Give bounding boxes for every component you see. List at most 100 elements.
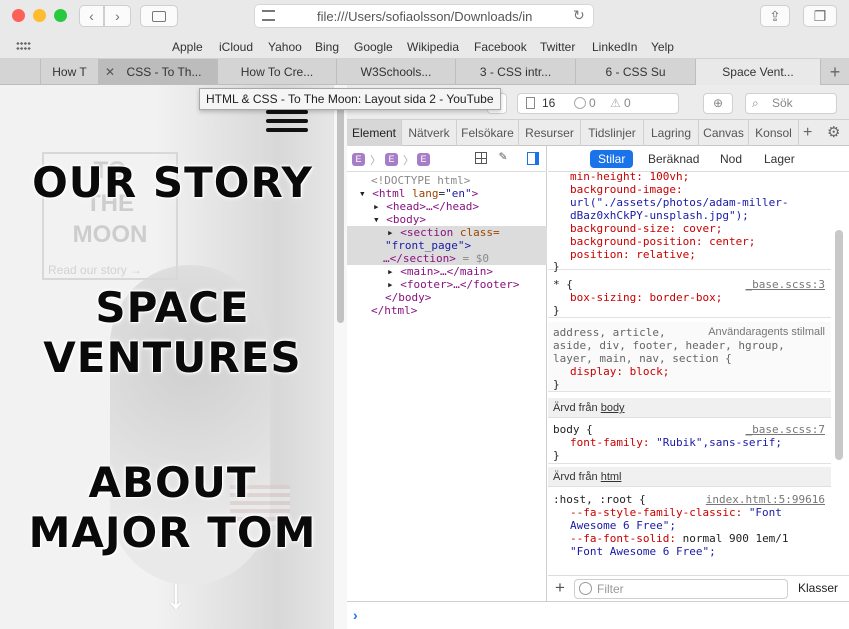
tree-html[interactable]: ▾ <html lang="en">	[347, 187, 547, 200]
tab-how-t[interactable]: How T	[40, 59, 98, 85]
tab-css-su[interactable]: 6 - CSS Su	[575, 59, 695, 85]
read-our-story-link[interactable]: Read our story →	[48, 263, 142, 277]
tab-konsol[interactable]: Konsol	[749, 120, 799, 146]
tab-stilar[interactable]: Stilar	[590, 150, 634, 168]
tree-head[interactable]: ▸ <head>…</head>	[347, 200, 547, 213]
css-selector[interactable]: * {	[553, 278, 573, 291]
css-prop[interactable]: background-image:	[570, 183, 683, 196]
css-value[interactable]: "Rubik",sans-serif;	[656, 436, 782, 449]
resource-summary[interactable]: 16 0 ⚠ 0	[517, 93, 679, 114]
css-source-link[interactable]: index.html:5:99616	[706, 493, 825, 506]
tree-section-selected[interactable]: ▸ <section class=	[347, 226, 547, 239]
css-source-link[interactable]: _base.scss:3	[746, 278, 825, 291]
page-scrollbar-thumb[interactable]	[337, 93, 344, 323]
tab-nod[interactable]: Nod	[712, 150, 750, 168]
favorite-bing[interactable]: Bing	[315, 40, 339, 54]
tab-beraknad[interactable]: Beräknad	[640, 150, 707, 168]
sidebar-toggle-icon[interactable]	[527, 152, 539, 165]
close-window-button[interactable]	[12, 9, 25, 22]
close-tab-icon[interactable]: ✕	[105, 59, 115, 85]
css-value[interactable]: url("./assets/photos/adam-miller-	[570, 196, 789, 209]
favorite-facebook[interactable]: Facebook	[474, 40, 527, 54]
grid-icon[interactable]	[16, 41, 31, 51]
favorite-wikipedia[interactable]: Wikipedia	[407, 40, 459, 54]
tab-felsokare[interactable]: Felsökare	[457, 120, 519, 146]
tab-space-ventures[interactable]: Space Vent...	[695, 59, 820, 85]
tabs-overview-button[interactable]: ❐	[803, 5, 837, 27]
tree-section-class[interactable]: "front_page">	[347, 239, 547, 252]
css-prop[interactable]: position: relative;	[570, 248, 696, 261]
reload-icon[interactable]: ↻	[573, 7, 585, 24]
inherited-body-link[interactable]: body	[601, 402, 625, 414]
add-tab-icon[interactable]: +	[803, 120, 812, 146]
address-bar[interactable]: file:///Users/sofiaolsson/Downloads/in ↻	[254, 4, 594, 28]
sidebar-toggle-button[interactable]	[140, 5, 178, 27]
element-badge-icon[interactable]: E	[352, 153, 365, 166]
tab-canvas[interactable]: Canvas	[699, 120, 749, 146]
forward-button[interactable]: ›	[104, 5, 131, 27]
scroll-down-arrow-icon[interactable]: ↓	[165, 572, 187, 616]
favorite-google[interactable]: Google	[354, 40, 393, 54]
element-picker-button[interactable]: ⊕	[703, 93, 733, 114]
favorite-linkedin[interactable]: LinkedIn	[592, 40, 637, 54]
brush-icon[interactable]: ✎	[499, 149, 507, 164]
css-selector[interactable]: body {	[553, 423, 593, 436]
tab-lager[interactable]: Lager	[756, 150, 803, 168]
css-prop[interactable]: background-size: cover;	[570, 222, 722, 235]
css-prop[interactable]: min-height: 100vh;	[570, 170, 689, 183]
hamburger-menu-icon[interactable]	[266, 110, 308, 136]
page-scrollbar[interactable]	[333, 85, 347, 629]
tree-section-close[interactable]: …</section> = $0	[347, 252, 547, 265]
add-rule-icon[interactable]: +	[555, 578, 565, 598]
url-text: file:///Users/sofiaolsson/Downloads/in	[317, 9, 533, 24]
tab-element[interactable]: Element	[347, 120, 402, 146]
tab-how-to-create[interactable]: How To Cre...	[217, 59, 336, 85]
crosshair-icon: ⊕	[712, 96, 724, 110]
share-button[interactable]: ⇪	[760, 5, 790, 27]
tree-main[interactable]: ▸ <main>…</main>	[347, 265, 547, 278]
minimize-window-button[interactable]	[33, 9, 46, 22]
tab-w3schools[interactable]: W3Schools...	[336, 59, 455, 85]
tab-css-intro[interactable]: 3 - CSS intr...	[455, 59, 575, 85]
css-source-link[interactable]: _base.scss:7	[746, 423, 825, 436]
tab-resurser[interactable]: Resurser	[519, 120, 581, 146]
tab-lagring[interactable]: Lagring	[644, 120, 699, 146]
tab-tidslinjer[interactable]: Tidslinjer	[581, 120, 644, 146]
favorite-icloud[interactable]: iCloud	[219, 40, 253, 54]
tab-css-to-the-moon[interactable]: ✕ CSS - To Th...	[98, 59, 217, 85]
inherited-html-link[interactable]: html	[601, 471, 622, 483]
css-value[interactable]: Awesome 6 Free";	[570, 519, 676, 532]
tree-html-close[interactable]: </html>	[347, 304, 547, 317]
search-icon: ⌕	[752, 96, 759, 110]
new-tab-icon[interactable]: +	[820, 59, 849, 85]
settings-gear-icon[interactable]: ⚙	[827, 120, 840, 146]
zoom-window-button[interactable]	[54, 9, 67, 22]
favorite-yelp[interactable]: Yelp	[651, 40, 674, 54]
favorite-twitter[interactable]: Twitter	[540, 40, 575, 54]
tree-body[interactable]: ▾ <body>	[347, 213, 547, 226]
css-prop[interactable]: background-position: center;	[570, 235, 755, 248]
console-prompt[interactable]: ›	[347, 601, 849, 629]
css-value[interactable]: "Font Awesome 6 Free";	[570, 545, 716, 558]
tree-footer[interactable]: ▸ <footer>…</footer>	[347, 278, 547, 291]
back-button[interactable]: ‹	[79, 5, 104, 27]
devtools-search[interactable]: ⌕ Sök	[745, 93, 837, 114]
tab-natverk[interactable]: Nätverk	[402, 120, 457, 146]
filter-placeholder: Filter	[597, 582, 624, 596]
safari-toolbar: ‹ › file:///Users/sofiaolsson/Downloads/…	[0, 0, 849, 33]
layout-grid-icon[interactable]	[475, 152, 487, 164]
css-prop[interactable]: box-sizing: border-box;	[570, 291, 722, 304]
css-selector[interactable]: :host, :root {	[553, 493, 646, 506]
error-icon	[574, 97, 586, 109]
filter-input[interactable]: Filter	[574, 579, 788, 599]
element-badge-icon[interactable]: E	[417, 153, 430, 166]
classes-button[interactable]: Klasser	[798, 581, 838, 595]
tree-body-close[interactable]: </body>	[347, 291, 547, 304]
tree-doctype[interactable]: <!DOCTYPE html>	[347, 174, 547, 187]
favorite-yahoo[interactable]: Yahoo	[268, 40, 302, 54]
styles-scrollbar-thumb[interactable]	[835, 230, 843, 460]
favorite-apple[interactable]: Apple	[172, 40, 203, 54]
tab-label: 6 - CSS Su	[605, 65, 666, 79]
css-value[interactable]: dBaz0xhCkPY-unsplash.jpg");	[570, 209, 749, 222]
element-badge-icon[interactable]: E	[385, 153, 398, 166]
